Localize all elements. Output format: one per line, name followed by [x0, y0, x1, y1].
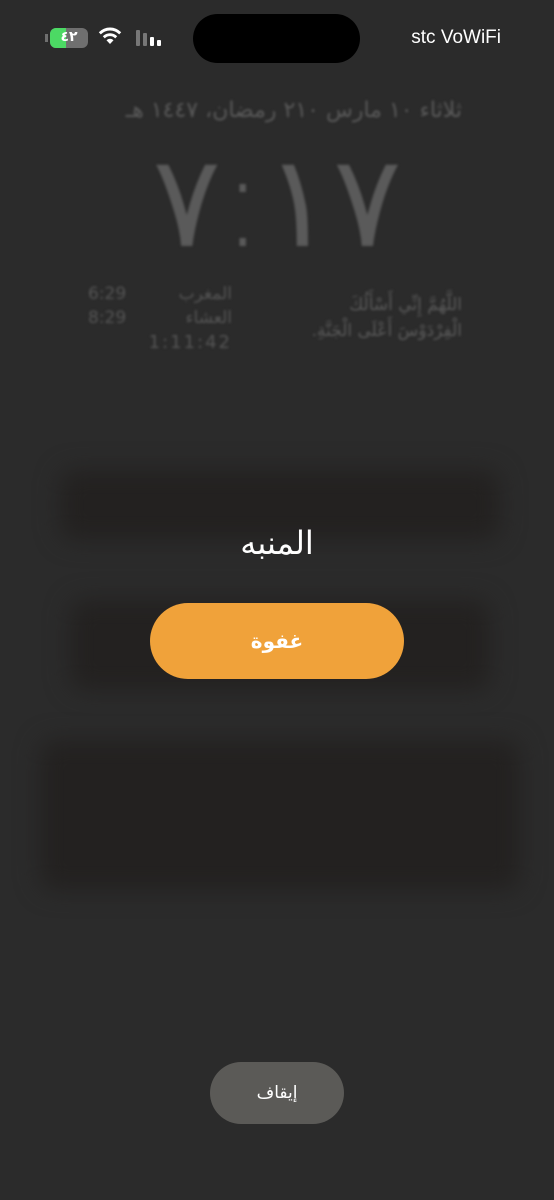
prayer-row: المغرب 6:29: [85, 284, 235, 308]
prayer-time: 6:29: [88, 284, 127, 304]
battery-indicator: ٤٢: [50, 28, 88, 48]
clock-time: ٧:١٧: [152, 128, 402, 277]
alarm-title: المنبه: [240, 524, 314, 562]
blurred-widget: [40, 740, 520, 890]
date-line: ثلاثاء ١٠ مارس ٢١٠ رمضان، ١٤٤٧ هـ: [125, 98, 462, 123]
snooze-button[interactable]: غفوة: [150, 603, 404, 679]
dua-line: الْفِرْدَوْسَ أَعْلَى الْجَنَّةِ.: [311, 321, 462, 341]
battery-percentage: ٤٢: [60, 29, 78, 45]
dua-widget: اللَّهُمَّ إِنِّي أَسْأَلُكَ الْفِرْدَوْ…: [242, 292, 462, 344]
dynamic-island: [193, 14, 360, 63]
carrier-name: stc VoWiFi: [411, 27, 501, 48]
cellular-signal-icon: [136, 30, 161, 46]
prayer-countdown: 1:11:42: [148, 332, 232, 353]
wifi-icon: [98, 27, 122, 44]
dua-line: اللَّهُمَّ إِنِّي أَسْأَلُكَ: [349, 295, 462, 315]
battery-cap: [45, 34, 48, 42]
prayer-time: 8:29: [88, 308, 127, 328]
stop-button[interactable]: إيقاف: [210, 1062, 344, 1124]
prayer-name: المغرب: [178, 284, 232, 304]
prayer-times-widget: المغرب 6:29 العشاء 8:29 1:11:42: [85, 284, 235, 353]
prayer-name: العشاء: [185, 308, 232, 328]
status-bar: ٤٢ stc VoWiFi: [0, 0, 554, 80]
prayer-row: العشاء 8:29: [85, 308, 235, 332]
